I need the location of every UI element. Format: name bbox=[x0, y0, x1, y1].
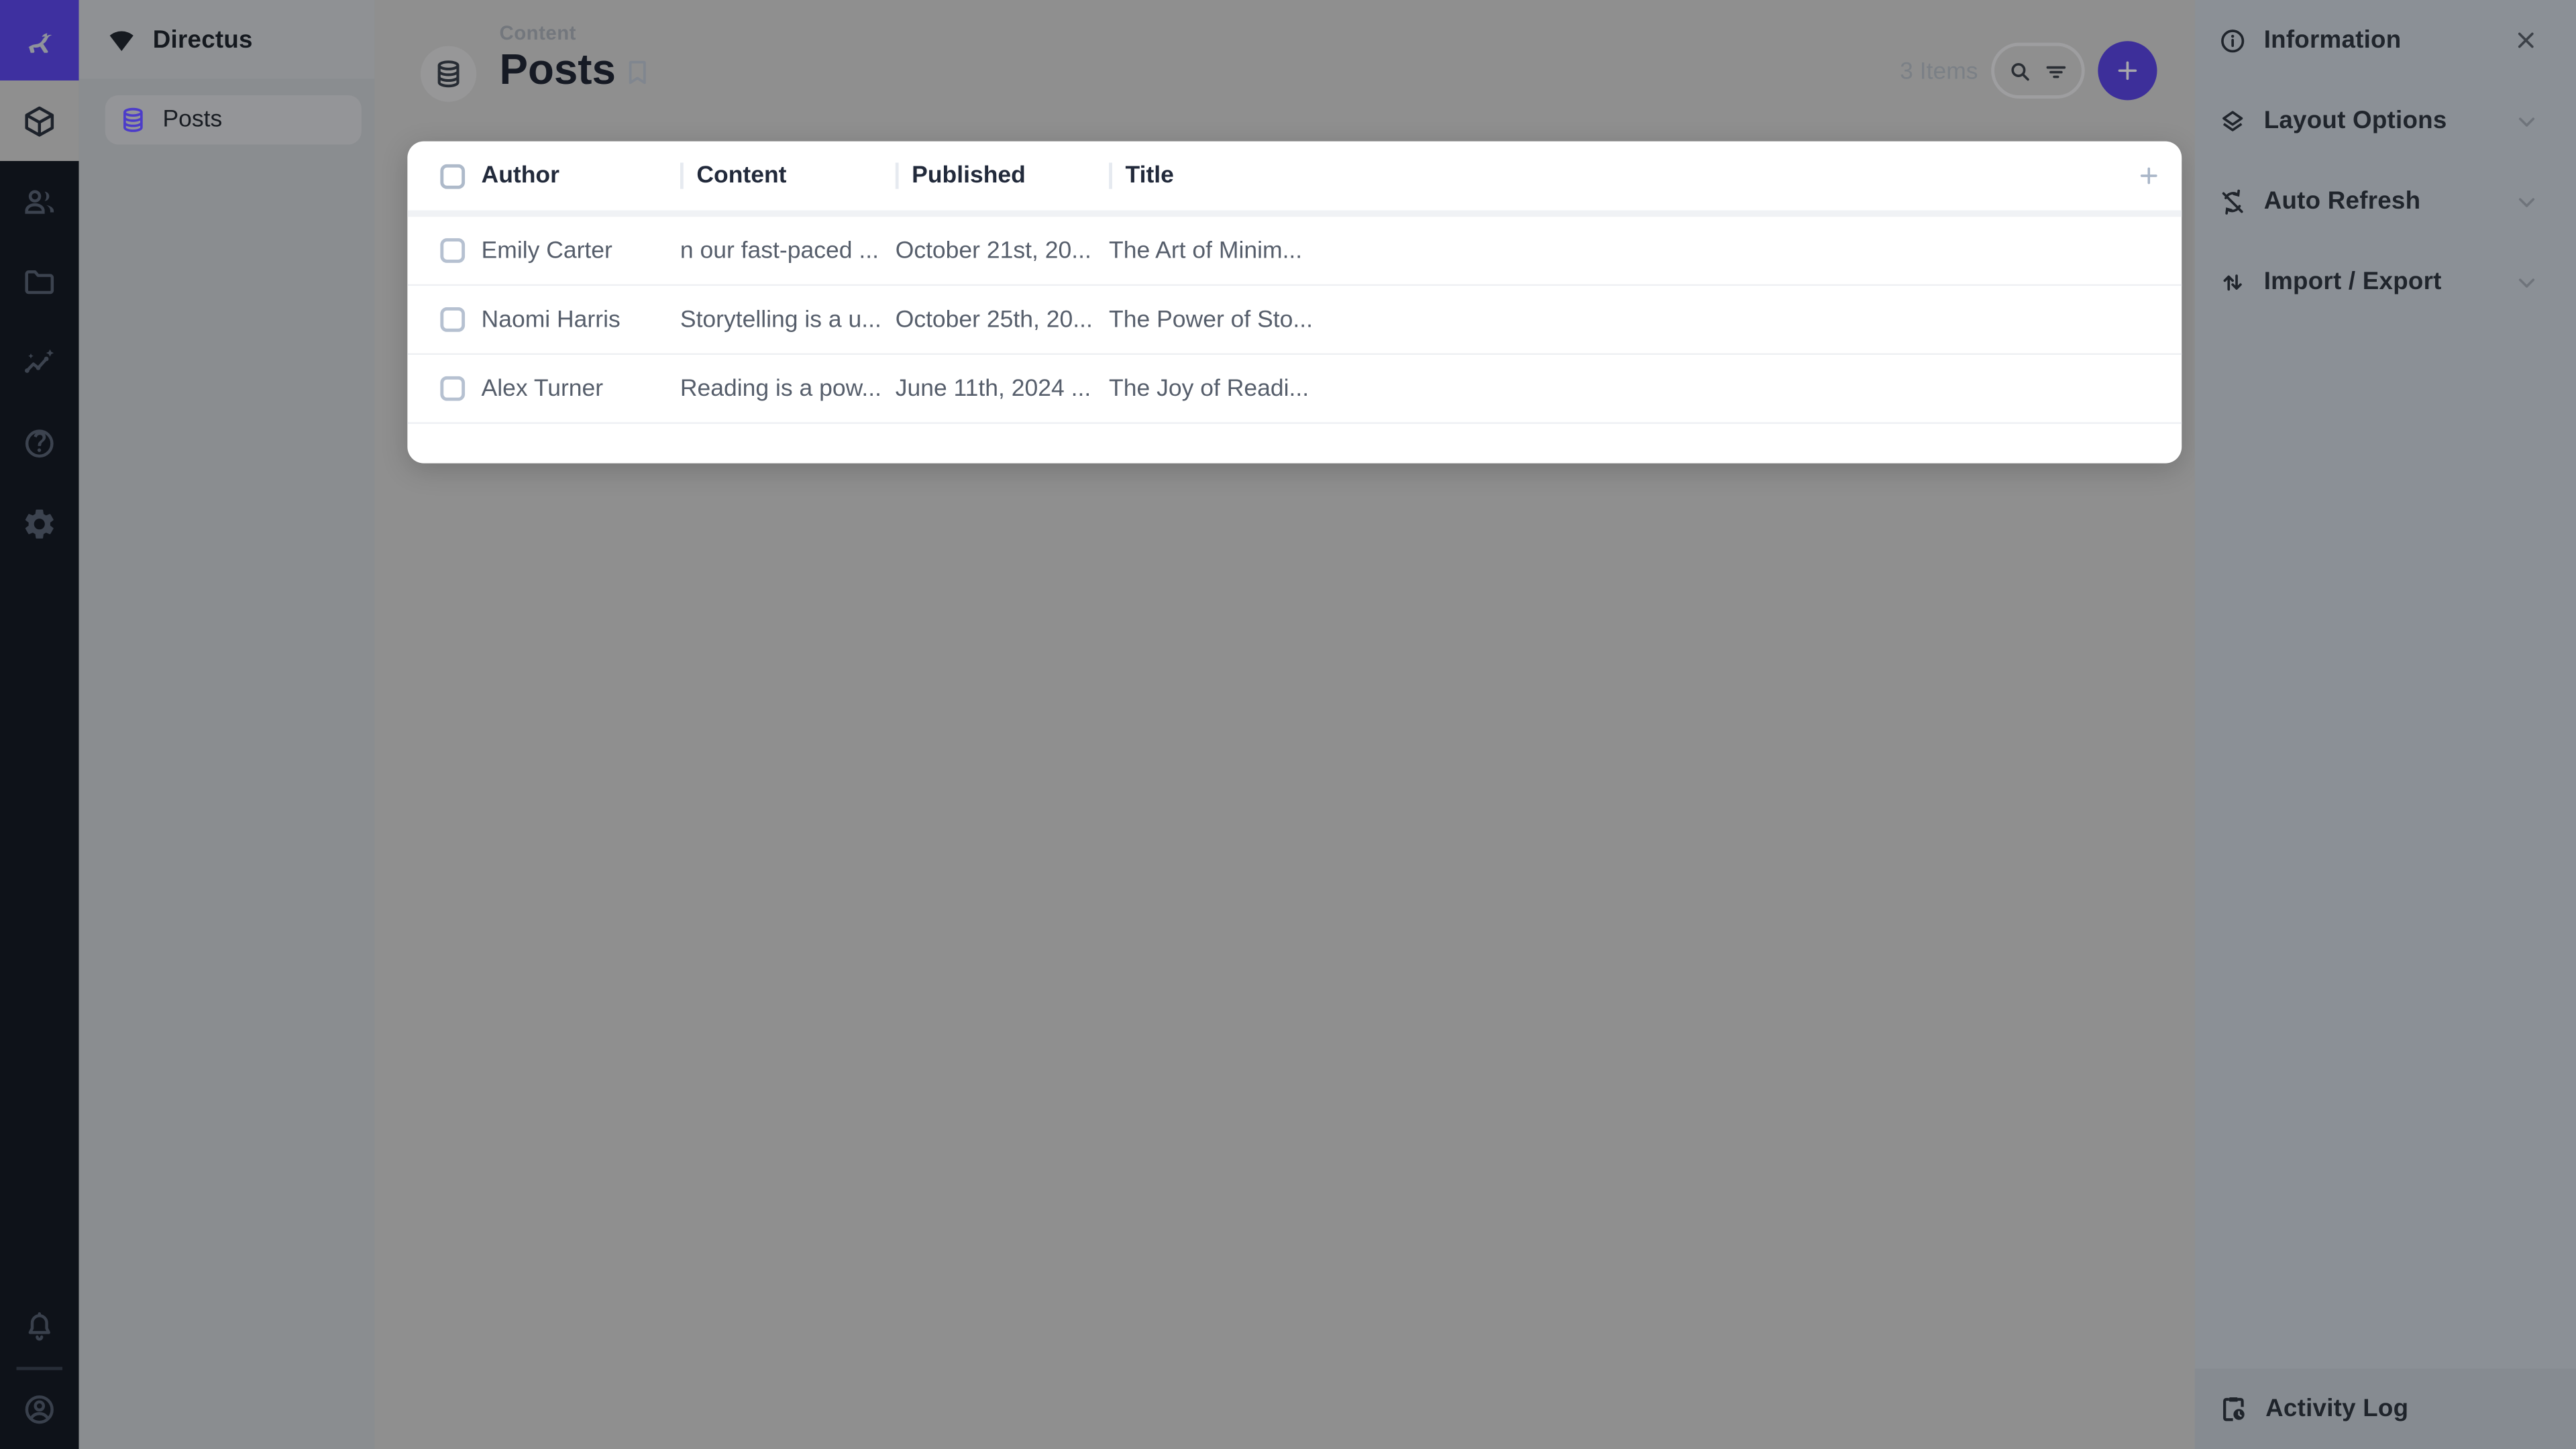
sidebar-item-label: Posts bbox=[162, 107, 222, 133]
layers-icon bbox=[2218, 106, 2247, 136]
collection-icon-button[interactable] bbox=[421, 46, 476, 102]
items-table-card: Author Content Published Title Emily Car… bbox=[407, 142, 2182, 464]
project-name: Directus bbox=[153, 25, 253, 54]
search-icon bbox=[2006, 56, 2034, 85]
nav-sidebar: Directus Posts bbox=[79, 0, 375, 1449]
row-select-cell bbox=[407, 307, 481, 332]
account-icon bbox=[21, 1391, 58, 1428]
chevron-down-icon bbox=[2514, 107, 2540, 133]
sidebar-section-label: Import / Export bbox=[2264, 268, 2498, 296]
module-user-directory[interactable] bbox=[0, 161, 79, 241]
cell-title: The Art of Minim... bbox=[1109, 237, 1322, 264]
table-row[interactable]: Naomi Harris Storytelling is a u... Octo… bbox=[407, 286, 2182, 355]
directus-logo[interactable] bbox=[0, 0, 79, 80]
help-icon bbox=[21, 425, 58, 461]
info-sidebar: Information Layout Options Auto Refresh bbox=[2195, 0, 2576, 1449]
activity-log-label: Activity Log bbox=[2265, 1395, 2550, 1423]
project-header[interactable]: Directus bbox=[79, 0, 375, 79]
create-item-button[interactable] bbox=[2098, 41, 2157, 100]
database-icon bbox=[118, 105, 148, 135]
directus-app: Directus Posts Content Posts 3 Items bbox=[0, 0, 2576, 1449]
cell-published: June 11th, 2024 ... bbox=[896, 376, 1109, 402]
module-insights[interactable] bbox=[0, 322, 79, 402]
rabbit-logo-icon bbox=[16, 17, 62, 64]
search-button[interactable] bbox=[2006, 56, 2034, 85]
module-documentation[interactable] bbox=[0, 402, 79, 483]
cell-content: Storytelling is a u... bbox=[680, 307, 896, 333]
sidebar-section-label: Layout Options bbox=[2264, 107, 2498, 135]
sidebar-section-label: Information bbox=[2264, 26, 2496, 54]
cell-title: The Joy of Readi... bbox=[1109, 376, 1322, 402]
page-title-block: Content Posts bbox=[499, 21, 615, 93]
row-select-cell bbox=[407, 238, 481, 263]
cell-author: Alex Turner bbox=[482, 376, 680, 402]
folder-icon bbox=[21, 264, 58, 300]
table-row[interactable]: Emily Carter n our fast-paced ... Octobe… bbox=[407, 217, 2182, 286]
module-settings[interactable] bbox=[0, 483, 79, 564]
cell-published: October 25th, 20... bbox=[896, 307, 1109, 333]
column-header-published[interactable]: Published bbox=[896, 162, 1109, 189]
module-file-library[interactable] bbox=[0, 241, 79, 322]
module-bar bbox=[0, 0, 79, 1449]
activity-log-icon bbox=[2218, 1393, 2249, 1425]
people-icon bbox=[21, 183, 58, 219]
sidebar-section-information: Information bbox=[2195, 0, 2576, 80]
chevron-down-icon bbox=[2514, 188, 2540, 214]
sidebar-section-label: Auto Refresh bbox=[2264, 187, 2498, 215]
table-header-row: Author Content Published Title bbox=[407, 142, 2182, 217]
column-header-title[interactable]: Title bbox=[1109, 162, 1322, 189]
sidebar-section-auto-refresh[interactable]: Auto Refresh bbox=[2195, 161, 2576, 241]
bookmark-button[interactable] bbox=[621, 56, 654, 89]
activity-log-button[interactable]: Activity Log bbox=[2195, 1368, 2576, 1449]
row-checkbox[interactable] bbox=[440, 238, 465, 263]
insights-icon bbox=[21, 344, 58, 380]
column-header-content[interactable]: Content bbox=[680, 162, 896, 189]
notifications-button[interactable] bbox=[0, 1288, 79, 1367]
sidebar-section-layout-options[interactable]: Layout Options bbox=[2195, 80, 2576, 161]
page-title: Posts bbox=[499, 46, 615, 93]
items-count: 3 Items bbox=[1900, 59, 1978, 85]
main-content: Content Posts 3 Items bbox=[374, 0, 2194, 1449]
cell-content: n our fast-paced ... bbox=[680, 237, 896, 264]
filter-button[interactable] bbox=[2042, 56, 2070, 85]
database-icon bbox=[432, 58, 465, 91]
cell-content: Reading is a pow... bbox=[680, 376, 896, 402]
cell-author: Naomi Harris bbox=[482, 307, 680, 333]
cell-author: Emily Carter bbox=[482, 237, 680, 264]
close-sidebar-button[interactable] bbox=[2512, 26, 2540, 54]
plus-icon bbox=[2112, 56, 2142, 85]
sync-disabled-icon bbox=[2218, 186, 2247, 216]
row-checkbox[interactable] bbox=[440, 376, 465, 401]
breadcrumb[interactable]: Content bbox=[499, 21, 615, 44]
box-icon bbox=[21, 103, 58, 139]
cell-published: October 21st, 20... bbox=[896, 237, 1109, 264]
info-icon bbox=[2218, 25, 2247, 55]
sidebar-section-import-export[interactable]: Import / Export bbox=[2195, 241, 2576, 322]
table-row[interactable]: Alex Turner Reading is a pow... June 11t… bbox=[407, 355, 2182, 424]
select-all-cell bbox=[407, 164, 481, 189]
row-checkbox[interactable] bbox=[440, 307, 465, 332]
search-filter-pill bbox=[1991, 43, 2085, 99]
chevron-down-icon bbox=[2514, 268, 2540, 294]
close-icon bbox=[2512, 26, 2540, 54]
module-content[interactable] bbox=[0, 80, 79, 161]
plus-icon bbox=[2136, 162, 2162, 189]
account-button[interactable] bbox=[0, 1370, 79, 1449]
row-select-cell bbox=[407, 376, 481, 401]
project-fan-icon bbox=[105, 23, 138, 56]
column-header-author[interactable]: Author bbox=[482, 162, 680, 189]
import-export-icon bbox=[2218, 267, 2247, 297]
filter-icon bbox=[2042, 56, 2070, 85]
gear-icon bbox=[21, 505, 58, 541]
select-all-checkbox[interactable] bbox=[440, 164, 465, 189]
bookmark-icon bbox=[621, 56, 654, 89]
cell-title: The Power of Sto... bbox=[1109, 307, 1322, 333]
sidebar-item-posts[interactable]: Posts bbox=[105, 95, 362, 144]
add-field-button[interactable] bbox=[2136, 162, 2162, 189]
bell-icon bbox=[21, 1309, 58, 1346]
